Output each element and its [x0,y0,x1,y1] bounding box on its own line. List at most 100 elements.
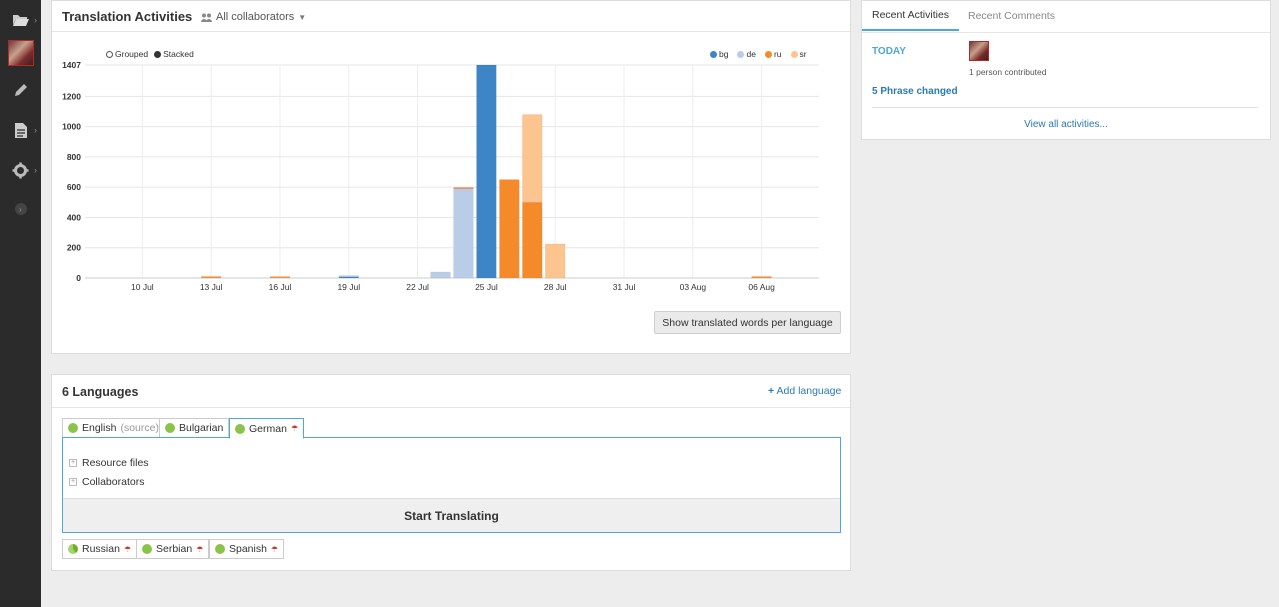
bar-de [430,271,451,279]
x-tick-label: 03 Aug [680,282,707,292]
translation-activities-panel: Translation Activities All collaborators… [51,0,851,354]
tab-serbian-label: Serbian [156,543,193,555]
bar-ru [453,187,474,189]
legend-dot-icon [764,51,772,58]
contributor-avatar[interactable] [969,41,989,61]
document-icon [14,122,27,138]
expand-icon: + [69,478,77,486]
y-tick-label: 600 [67,182,81,192]
tab-german-label: German [249,422,287,435]
x-tick-label: 06 Aug [748,282,775,292]
x-tick-label: 19 Jul [337,282,360,292]
radio-selected-icon [154,51,162,58]
gear-icon [12,162,29,178]
umbrella-icon: ☂ [270,544,279,554]
y-tick-label: 1200 [62,91,81,101]
progress-icon [215,544,225,554]
languages-title: 6 Languages [62,385,139,399]
bar-ru [522,202,543,279]
divider [52,407,850,408]
resource-files-label: Resource files [82,457,149,469]
chevron-right-icon: › [34,125,37,135]
left-sidebar: › › › › [0,0,41,607]
sidebar-settings-button[interactable]: › [0,150,41,190]
tab-german[interactable]: German ☂ [229,418,305,439]
x-tick-label: 13 Jul [200,282,223,292]
add-language-link[interactable]: + Add language [768,385,841,397]
progress-icon [165,423,175,433]
x-tick-label: 28 Jul [544,282,567,292]
recent-activities-panel: Recent Activities Recent Comments TODAY … [861,0,1271,140]
caret-down-icon: ▼ [298,12,307,22]
x-tick-label: 31 Jul [613,282,636,292]
bar-sr [522,114,543,203]
bar-sr [201,275,222,278]
sidebar-expand-button[interactable]: › [0,189,41,229]
tab-spanish[interactable]: Spanish ☂ [209,539,285,559]
legend-dot-icon [790,51,798,58]
progress-icon [68,544,78,554]
bar-bg [476,64,497,279]
tab-recent-activities[interactable]: Recent Activities [862,1,960,31]
tab-spanish-label: Spanish [229,543,267,555]
y-tick-label: 1000 [62,122,81,132]
expand-icon: + [69,459,77,467]
progress-icon [235,423,245,434]
bar-sr [269,275,291,278]
start-translating-button[interactable]: Start Translating [63,498,840,532]
language-detail-box: + Resource files + Collaborators Start T… [62,437,841,533]
bar-ru [499,179,520,279]
tab-russian-label: Russian [82,543,120,555]
y-tick-label: 200 [67,243,81,253]
resource-files-row[interactable]: + Resource files [69,457,149,469]
tab-bulgarian[interactable]: Bulgarian [159,418,230,438]
progress-icon [142,544,152,554]
sidebar-edit-button[interactable] [0,70,41,110]
y-tick-label: 400 [67,212,81,222]
sidebar-user-button[interactable] [0,33,41,73]
view-all-activities-link[interactable]: View all activities... [862,119,1270,130]
tab-serbian[interactable]: Serbian ☂ [136,539,210,559]
bar-de [453,188,474,279]
avatar [7,40,34,66]
chevron-right-icon: › [34,15,37,25]
sidebar-documents-button[interactable]: › [0,110,41,150]
y-tick-label: 1407 [62,60,81,70]
chevron-right-icon: › [34,165,37,175]
folder-open-icon [12,15,29,26]
x-tick-label: 22 Jul [406,282,429,292]
collaborators-filter-label: All collaborators [216,11,295,23]
phrase-changed-link[interactable]: 5 Phrase changed [872,86,958,97]
umbrella-icon: ☂ [290,424,299,433]
contributors-count: 1 person contributed [969,67,1047,77]
show-translated-words-button[interactable]: Show translated words per language [654,311,841,334]
bar-sr [751,275,772,278]
users-icon [201,13,212,22]
x-tick-label: 25 Jul [475,282,498,292]
umbrella-icon: ☂ [123,544,132,554]
activity-chart: 1407 1200 1000 800 600 400 200 0 10 Jul 13 Jul 16 … [62,60,819,292]
legend-dot-icon [737,51,745,58]
collaborators-filter[interactable]: All collaborators ▼ [201,11,306,23]
tab-recent-comments[interactable]: Recent Comments [958,1,1065,31]
tab-english[interactable]: English (source) [62,418,165,438]
x-tick-label: 16 Jul [269,282,292,292]
plus-icon: + [768,385,775,397]
legend-dot-icon [710,51,717,58]
expand-icon: › [14,203,27,215]
bar-de [338,275,359,278]
divider [862,32,1270,33]
collaborators-label: Collaborators [82,476,145,488]
bar-sr [545,243,566,279]
panel-title: Translation Activities [62,9,193,24]
y-tick-label: 800 [67,152,81,162]
tab-russian[interactable]: Russian ☂ [62,539,138,559]
progress-icon [68,423,78,433]
languages-panel: 6 Languages + Add language English (sour… [51,374,851,571]
pencil-icon [14,84,27,96]
tab-bulgarian-label: Bulgarian [179,422,224,434]
source-label: (source) [120,422,159,434]
umbrella-icon: ☂ [196,544,204,554]
collaborators-row[interactable]: + Collaborators [69,476,144,488]
add-language-label: Add language [776,385,842,397]
